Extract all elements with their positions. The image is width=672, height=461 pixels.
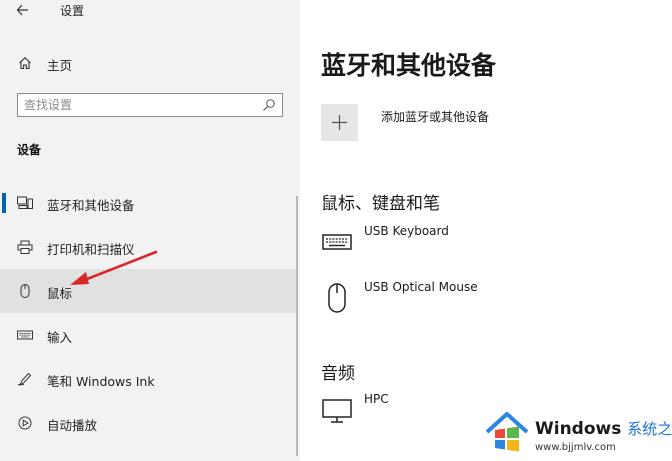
sidebar-item-home[interactable]: 主页: [0, 48, 300, 78]
group-title-audio: 音频: [321, 364, 355, 384]
add-device-row[interactable]: 添加蓝牙或其他设备: [321, 104, 661, 144]
sidebar-item-label: 蓝牙和其他设备: [47, 198, 135, 213]
sidebar-nav: 蓝牙和其他设备 打印机和扫描仪 鼠标 输入 笔和 Windows Ink 自动播…: [0, 181, 300, 445]
mouse-icon: [20, 284, 30, 298]
device-name: USB Keyboard: [364, 224, 449, 238]
sidebar-item-bluetooth[interactable]: 蓝牙和其他设备: [0, 181, 296, 225]
window-title: 设置: [60, 4, 85, 18]
plus-icon: [332, 115, 347, 130]
watermark-brand-cn: 系统之家: [627, 420, 672, 438]
autoplay-icon: [18, 416, 32, 430]
monitor-icon: [322, 399, 352, 423]
watermark-url: www.bjjmlv.com: [535, 442, 616, 453]
group-title-input-devices: 鼠标、键盘和笔: [321, 194, 440, 214]
device-usb-keyboard[interactable]: USB Keyboard: [321, 224, 651, 260]
device-usb-optical-mouse[interactable]: USB Optical Mouse: [321, 280, 651, 316]
sidebar-item-mouse[interactable]: 鼠标: [0, 269, 296, 313]
sidebar-item-pen[interactable]: 笔和 Windows Ink: [0, 357, 296, 401]
sidebar-item-printers[interactable]: 打印机和扫描仪: [0, 225, 296, 269]
search-icon[interactable]: [262, 98, 276, 112]
sidebar-item-label: 打印机和扫描仪: [47, 242, 135, 257]
keyboard-icon: [322, 234, 352, 250]
add-device-button[interactable]: [321, 104, 358, 141]
sidebar-item-autoplay[interactable]: 自动播放: [0, 401, 296, 445]
page-title: 蓝牙和其他设备: [321, 51, 497, 80]
section-heading: 设备: [17, 143, 42, 157]
sidebar-scrollbar[interactable]: [296, 196, 298, 456]
pen-icon: [17, 372, 32, 386]
back-button[interactable]: [14, 0, 36, 20]
watermark: Windows 系统之家 www.bjjmlv.com: [484, 410, 672, 458]
title-bar: 设置: [0, 0, 300, 22]
keyboard-icon: [17, 330, 33, 340]
add-device-label: 添加蓝牙或其他设备: [381, 110, 490, 124]
printer-icon: [17, 240, 33, 254]
home-icon: [19, 57, 31, 70]
main-content: 蓝牙和其他设备 添加蓝牙或其他设备 鼠标、键盘和笔 USB Keyboard U…: [300, 0, 672, 461]
sidebar-item-label: 鼠标: [47, 286, 73, 301]
active-indicator: [2, 193, 6, 213]
back-arrow-icon: [16, 4, 28, 16]
windows-logo-house-icon: [485, 412, 529, 452]
search-input[interactable]: [24, 95, 254, 115]
watermark-title: Windows 系统之家: [535, 418, 672, 439]
search-box[interactable]: [17, 93, 283, 117]
sidebar-item-typing[interactable]: 输入: [0, 313, 296, 357]
sidebar-item-label: 输入: [47, 330, 73, 345]
sidebar: 设置 主页 设备 蓝牙和其他设备: [0, 0, 300, 461]
bluetooth-devices-icon: [17, 196, 33, 209]
sidebar-item-label: 笔和 Windows Ink: [47, 374, 155, 389]
sidebar-item-label: 自动播放: [47, 418, 98, 433]
mouse-icon: [328, 283, 346, 313]
home-label: 主页: [47, 58, 73, 73]
watermark-brand: Windows: [535, 419, 622, 439]
device-name: USB Optical Mouse: [364, 280, 478, 294]
device-name: HPC: [364, 392, 389, 406]
